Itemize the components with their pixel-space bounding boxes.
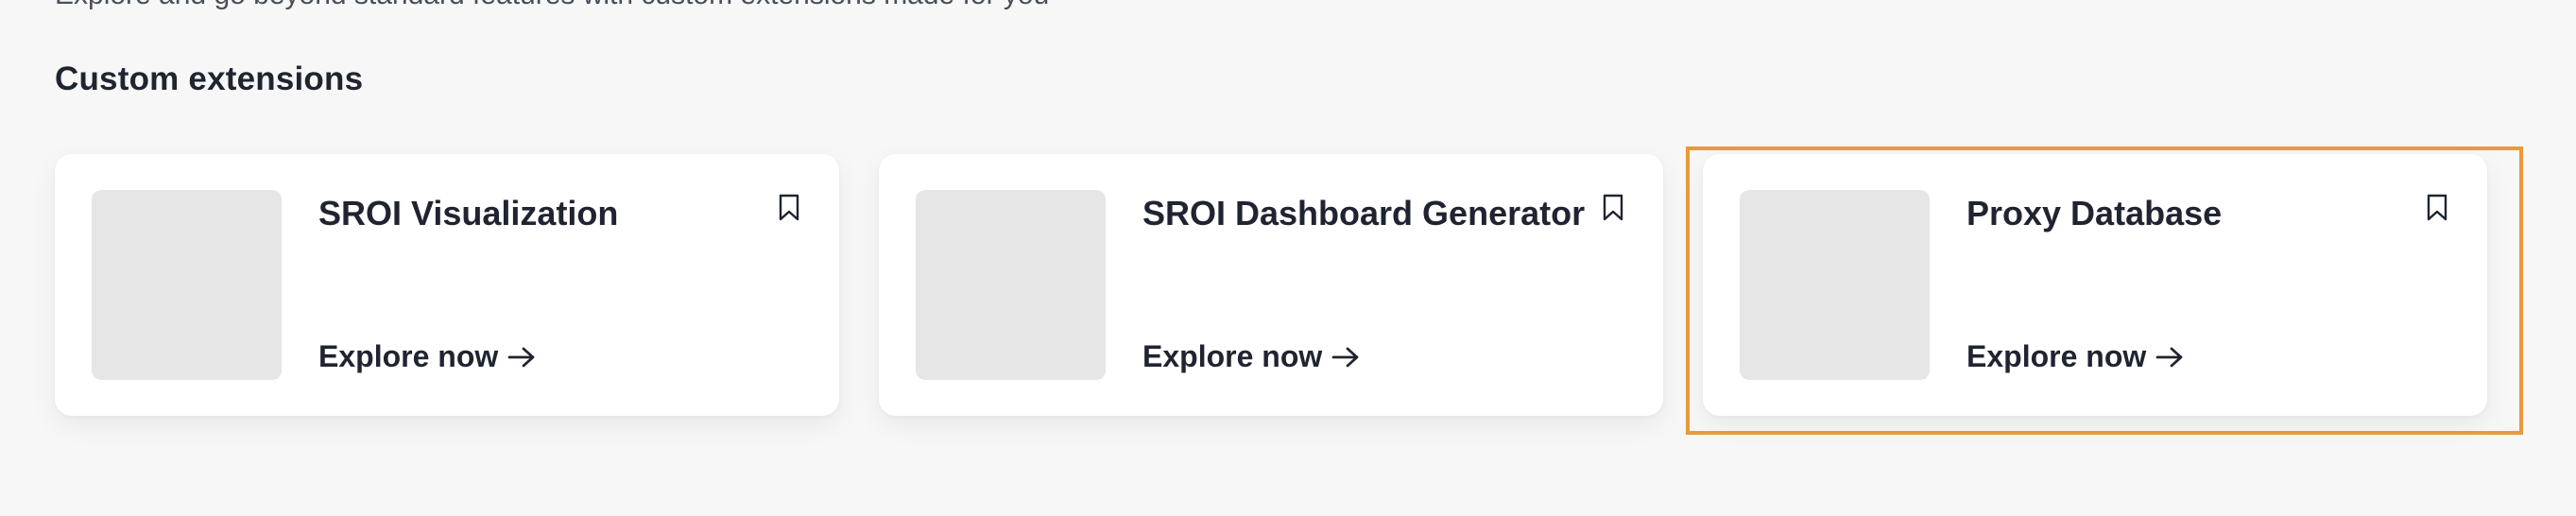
explore-now-label: Explore now <box>318 339 499 373</box>
extension-card-sroi-visualization[interactable]: SROI Visualization Explore now <box>55 154 839 416</box>
explore-now-label: Explore now <box>1142 339 1323 373</box>
extension-card-proxy-database[interactable]: Proxy Database Explore now <box>1686 146 2523 435</box>
bookmark-icon[interactable] <box>2426 194 2448 222</box>
explore-now-label: Explore now <box>1966 339 2147 373</box>
extension-title: SROI Dashboard Generator <box>1142 194 1586 232</box>
arrow-right-icon <box>507 347 535 367</box>
extension-title: SROI Visualization <box>318 194 619 232</box>
arrow-right-icon <box>1331 347 1359 367</box>
extension-title: Proxy Database <box>1966 194 2223 232</box>
extension-card-sroi-dashboard-generator[interactable]: SROI Dashboard Generator Explore now <box>879 154 1663 416</box>
explore-now-link[interactable]: Explore now <box>318 339 536 374</box>
intro-text-cutoff: Explore and go beyond standard features … <box>55 0 1049 11</box>
extension-cards: SROI Visualization Explore now SROI Dash… <box>55 146 2523 435</box>
extension-thumbnail <box>916 190 1106 380</box>
section-title: Custom extensions <box>55 60 364 97</box>
extension-thumbnail <box>92 190 282 380</box>
arrow-right-icon <box>2155 347 2183 367</box>
bookmark-icon[interactable] <box>1602 194 1624 222</box>
extension-thumbnail <box>1740 190 1930 380</box>
explore-now-link[interactable]: Explore now <box>1966 339 2184 374</box>
bookmark-icon[interactable] <box>778 194 800 222</box>
explore-now-link[interactable]: Explore now <box>1142 339 1360 374</box>
